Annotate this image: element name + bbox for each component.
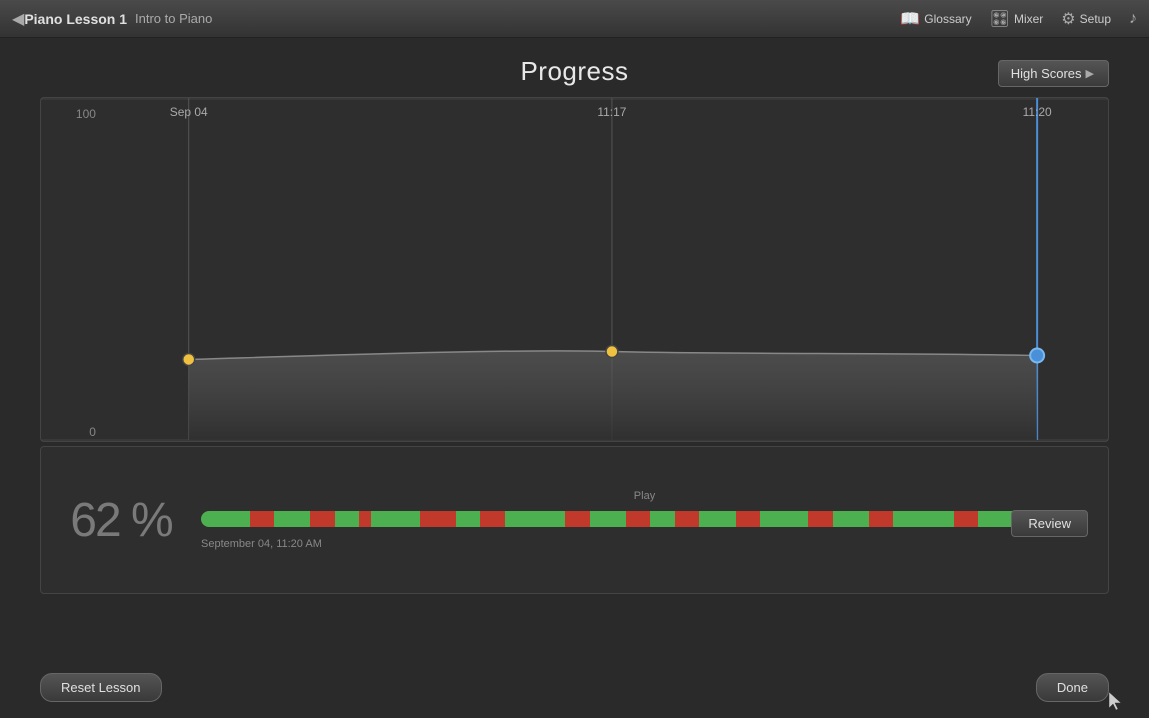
progress-segment (869, 511, 893, 527)
svg-text:0: 0 (89, 425, 96, 439)
progress-segment (893, 511, 954, 527)
progress-segment (954, 511, 978, 527)
reset-lesson-button[interactable]: Reset Lesson (40, 673, 162, 702)
progress-segment (371, 511, 420, 527)
progress-segment (760, 511, 809, 527)
progress-segment (626, 511, 650, 527)
progress-segment (650, 511, 674, 527)
svg-text:11:20: 11:20 (1023, 105, 1052, 119)
back-arrow-icon: ◀ (12, 9, 24, 29)
back-button[interactable]: ◀ (12, 9, 24, 29)
mixer-label: Mixer (1014, 12, 1043, 26)
progress-segment (808, 511, 832, 527)
progress-segment (335, 511, 359, 527)
setup-icon: ⚙ (1061, 9, 1075, 29)
progress-segment (274, 511, 310, 527)
mixer-icon: 🎛 (990, 9, 1010, 29)
progress-segment (590, 511, 626, 527)
music-icon-button[interactable]: ♪ (1129, 10, 1137, 28)
setup-label: Setup (1080, 12, 1111, 26)
progress-segment (420, 511, 456, 527)
progress-segment (675, 511, 699, 527)
bottom-panel: 62 % Play September 04, 11:20 AM Review (40, 446, 1109, 594)
progress-chart: 100 0 Sep 04 11:17 11:20 (40, 97, 1109, 442)
score-suffix: % (120, 494, 172, 547)
progress-segment (833, 511, 869, 527)
page-title: Progress (40, 56, 1109, 87)
progress-segment (201, 511, 250, 527)
svg-text:11:17: 11:17 (597, 105, 626, 119)
progress-segment (565, 511, 589, 527)
bottom-bar: Reset Lesson Done (0, 673, 1149, 702)
progress-segment (505, 511, 566, 527)
progress-segment (250, 511, 274, 527)
date-label: September 04, 11:20 AM (201, 538, 1088, 550)
topbar-right: 📖 Glossary 🎛 Mixer ⚙ Setup ♪ (900, 9, 1137, 29)
setup-button[interactable]: ⚙ Setup (1061, 9, 1111, 29)
progress-bar (201, 511, 1088, 527)
glossary-icon: 📖 (900, 9, 920, 29)
svg-text:100: 100 (76, 107, 96, 121)
data-point-1 (183, 354, 195, 366)
glossary-label: Glossary (924, 12, 971, 26)
play-label: Play (201, 490, 1088, 502)
main-content: Progress High Scores 100 0 Sep 04 11:17 … (0, 38, 1149, 604)
review-button[interactable]: Review (1011, 510, 1088, 537)
data-point-3 (1030, 349, 1044, 363)
score-value: 62 (70, 494, 119, 547)
progress-segment (699, 511, 735, 527)
play-section: Play September 04, 11:20 AM (201, 490, 1088, 550)
mixer-button[interactable]: 🎛 Mixer (990, 9, 1044, 29)
data-point-2 (606, 346, 618, 358)
progress-bar-container (201, 508, 1088, 530)
progress-segment (736, 511, 760, 527)
score-display: 62 % (61, 493, 181, 548)
high-scores-button[interactable]: High Scores (998, 60, 1109, 87)
progress-segment (978, 511, 1014, 527)
music-note-icon: ♪ (1129, 10, 1137, 28)
glossary-button[interactable]: 📖 Glossary (900, 9, 971, 29)
done-button[interactable]: Done (1036, 673, 1109, 702)
lesson-title: Piano Lesson 1 (24, 11, 127, 27)
progress-segment (456, 511, 480, 527)
progress-segment (480, 511, 504, 527)
svg-text:Sep 04: Sep 04 (170, 105, 208, 119)
chart-svg: 100 0 Sep 04 11:17 11:20 (41, 98, 1108, 441)
progress-segment (310, 511, 334, 527)
topbar: ◀ Piano Lesson 1 Intro to Piano 📖 Glossa… (0, 0, 1149, 38)
lesson-subtitle: Intro to Piano (135, 11, 212, 26)
progress-segment (359, 511, 371, 527)
high-scores-label: High Scores (1011, 66, 1082, 81)
